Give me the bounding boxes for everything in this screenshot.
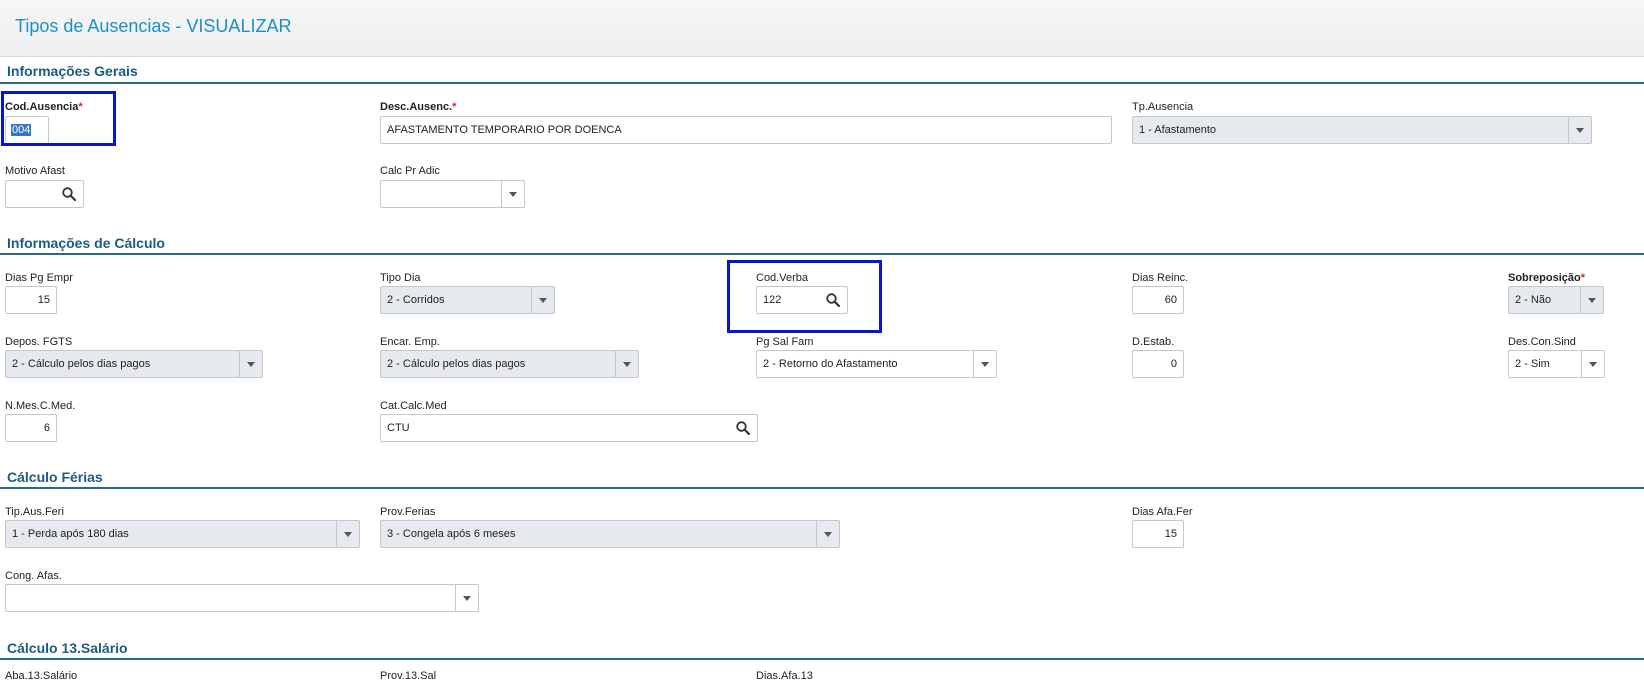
section-divider [0,658,1644,660]
tp-ausencia-label: Tp.Ausencia [1132,101,1194,113]
tip-aus-feri-value: 1 - Perda após 180 dias [12,528,129,540]
pg-sal-fam-value: 2 - Retorno do Afastamento [763,358,898,370]
depos-fgts-label: Depos. FGTS [5,336,73,348]
cat-calc-med-value: CTU [387,422,410,434]
prov-ferias-select[interactable]: 3 - Congela após 6 meses [380,520,840,548]
calc-pr-adic-select[interactable] [380,180,525,208]
cat-calc-med-input[interactable]: CTU [380,414,758,442]
cod-ausencia-highlight [1,91,116,146]
chevron-down-icon[interactable] [239,351,262,377]
prov-ferias-value: 3 - Congela após 6 meses [387,528,516,540]
dias-reinc-label: Dias Reinc. [1132,272,1189,284]
tp-ausencia-select[interactable]: 1 - Afastamento [1132,116,1592,144]
section-divider [0,487,1644,489]
section-title-gerais: Informações Gerais [7,63,138,79]
encar-emp-label: Encar. Emp. [380,336,440,348]
chevron-down-icon[interactable] [816,521,839,547]
motivo-afast-input[interactable] [5,180,84,208]
chevron-down-icon[interactable] [455,585,478,611]
depos-fgts-select[interactable]: 2 - Cálculo pelos dias pagos [5,350,263,378]
chevron-down-icon[interactable] [501,181,524,207]
d-estab-input[interactable]: 0 [1132,350,1184,378]
encar-emp-value: 2 - Cálculo pelos dias pagos [387,358,526,370]
n-mes-c-med-input[interactable]: 6 [5,414,57,442]
encar-emp-select[interactable]: 2 - Cálculo pelos dias pagos [380,350,639,378]
sobreposicao-value: 2 - Não [1515,294,1552,306]
desc-ausenc-input[interactable]: AFASTAMENTO TEMPORARIO POR DOENCA [380,116,1112,144]
cong-afas-label: Cong. Afas. [5,570,62,582]
page-header: Tipos de Ausencias - VISUALIZAR [0,0,1644,57]
cod-verba-highlight [727,260,882,333]
chevron-down-icon[interactable] [973,351,996,377]
tp-ausencia-value: 1 - Afastamento [1139,124,1217,136]
pg-sal-fam-select[interactable]: 2 - Retorno do Afastamento [756,350,997,378]
cat-calc-med-label: Cat.Calc.Med [380,400,447,412]
dias-reinc-input[interactable]: 60 [1132,286,1184,314]
chevron-down-icon[interactable] [1568,117,1591,143]
chevron-down-icon[interactable] [615,351,638,377]
des-con-sind-value: 2 - Sim [1515,358,1550,370]
dias-afa-fer-input[interactable]: 15 [1132,520,1184,548]
depos-fgts-value: 2 - Cálculo pelos dias pagos [12,358,151,370]
dias-afa-fer-label: Dias Afa.Fer [1132,506,1193,518]
chevron-down-icon[interactable] [336,521,359,547]
magnifier-icon[interactable] [61,186,77,202]
sobreposicao-label: Sobreposição* [1508,272,1586,284]
tip-aus-feri-label: Tip.Aus.Feri [5,506,64,518]
chevron-down-icon[interactable] [1581,351,1604,377]
prov-13-sal-label: Prov.13.Sal [380,670,437,682]
tipo-dia-value: 2 - Corridos [387,294,445,306]
magnifier-icon[interactable] [735,420,751,436]
dias-afa-13-label: Dias.Afa.13 [756,670,813,682]
section-title-ferias: Cálculo Férias [7,469,103,485]
chevron-down-icon[interactable] [1580,287,1603,313]
section-divider [0,82,1644,84]
desc-ausenc-label: Desc.Ausenc.* [380,101,457,113]
cong-afas-select[interactable] [5,584,479,612]
calc-pr-adic-label: Calc Pr Adic [380,165,440,177]
section-divider [0,253,1644,255]
n-mes-c-med-label: N.Mes.C.Med. [5,400,76,412]
tipo-dia-select[interactable]: 2 - Corridos [380,286,555,314]
section-title-13-salario: Cálculo 13.Salário [7,640,128,656]
dias-pg-empr-input[interactable]: 15 [5,286,57,314]
des-con-sind-label: Des.Con.Sind [1508,336,1576,348]
chevron-down-icon[interactable] [531,287,554,313]
aba-13-salario-label: Aba.13.Salário [5,670,78,682]
page-title: Tipos de Ausencias - VISUALIZAR [15,16,292,36]
des-con-sind-select[interactable]: 2 - Sim [1508,350,1605,378]
tip-aus-feri-select[interactable]: 1 - Perda após 180 dias [5,520,360,548]
d-estab-label: D.Estab. [1132,336,1175,348]
dias-pg-empr-label: Dias Pg Empr [5,272,73,284]
sobreposicao-select[interactable]: 2 - Não [1508,286,1604,314]
prov-ferias-label: Prov.Ferias [380,506,436,518]
motivo-afast-label: Motivo Afast [5,165,65,177]
section-title-calculo: Informações de Cálculo [7,235,165,251]
pg-sal-fam-label: Pg Sal Fam [756,336,814,348]
tipo-dia-label: Tipo Dia [380,272,421,284]
